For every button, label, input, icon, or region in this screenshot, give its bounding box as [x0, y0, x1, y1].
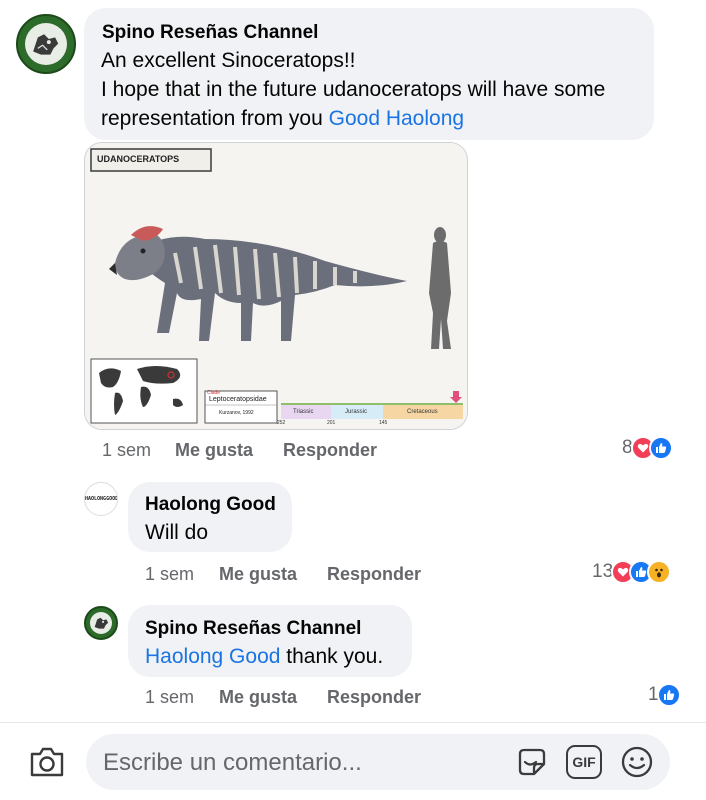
comment-text: thank you. [280, 645, 384, 668]
gif-label: GIF [572, 754, 596, 770]
comment-text: representation from you [101, 107, 329, 130]
comment-author[interactable]: Spino Reseñas Channel [102, 22, 318, 44]
reaction-summary[interactable]: 13 [592, 560, 672, 584]
comment-bubble: Haolong Good Will do [128, 482, 292, 552]
reaction-summary[interactable]: 1 [648, 683, 681, 707]
comment-text-line: representation from you Good Haolong [101, 107, 464, 131]
dinosaur-skull-icon [94, 617, 108, 629]
comment-input-placeholder: Escribe un comentario... [103, 749, 362, 776]
comment-author[interactable]: Haolong Good [145, 494, 276, 516]
reaction-summary[interactable]: 8 [622, 436, 673, 460]
avatar[interactable] [84, 606, 118, 640]
gif-button[interactable]: GIF [566, 745, 602, 779]
like-reaction-icon [656, 683, 681, 707]
sticker-icon[interactable] [514, 744, 550, 780]
timeline-tick: 201 [327, 420, 336, 426]
user-mention[interactable]: Good Haolong [329, 107, 464, 130]
camera-icon[interactable] [28, 744, 66, 780]
attachment-image[interactable]: UDANOCERATOPS Clade Leptoceratopsidae Ku… [84, 142, 468, 430]
reply-button[interactable]: Responder [283, 440, 377, 461]
comment-timestamp[interactable]: 1 sem [145, 564, 194, 585]
like-button[interactable]: Me gusta [175, 440, 253, 461]
wow-reaction-icon [647, 560, 672, 584]
reaction-count: 13 [592, 561, 614, 582]
reply-button[interactable]: Responder [327, 564, 421, 585]
attachment-title: UDANOCERATOPS [97, 154, 180, 164]
comment-timestamp[interactable]: 1 sem [145, 687, 194, 708]
period-label: Triassic [293, 409, 314, 415]
comment-bubble: Spino Reseñas Channel An excellent Sinoc… [84, 8, 654, 140]
like-button[interactable]: Me gusta [219, 687, 297, 708]
comment-timestamp[interactable]: 1 sem [102, 440, 151, 461]
period-label: Cretaceous [407, 409, 438, 415]
comment-bubble: Spino Reseñas Channel Haolong Good thank… [128, 605, 412, 677]
like-button[interactable]: Me gusta [219, 564, 297, 585]
comment-text-line: An excellent Sinoceratops!! [101, 49, 356, 72]
comment-text: Will do [145, 521, 209, 544]
comment-text-line: I hope that in the future udanoceratops … [101, 78, 606, 101]
udanoceratops-illustration [85, 143, 467, 429]
avatar-logo-text: HAOLONGGOOD [85, 496, 118, 502]
clade-author: Kurzanov, 1992 [219, 410, 254, 416]
dinosaur-skull-icon [33, 33, 59, 55]
timeline-tick: 145 [379, 420, 388, 426]
reply-button[interactable]: Responder [327, 687, 421, 708]
like-reaction-icon [648, 436, 673, 460]
timeline-tick: 252 [277, 420, 286, 426]
clade-name: Leptoceratopsidae [209, 396, 267, 403]
user-mention[interactable]: Haolong Good [145, 645, 280, 668]
period-label: Jurassic [345, 409, 368, 415]
avatar[interactable] [16, 14, 76, 74]
comment-text-line: Haolong Good thank you. [145, 645, 383, 669]
comment-author[interactable]: Spino Reseñas Channel [145, 618, 361, 640]
avatar[interactable]: HAOLONGGOOD [84, 482, 118, 516]
emoji-icon[interactable] [619, 744, 655, 780]
